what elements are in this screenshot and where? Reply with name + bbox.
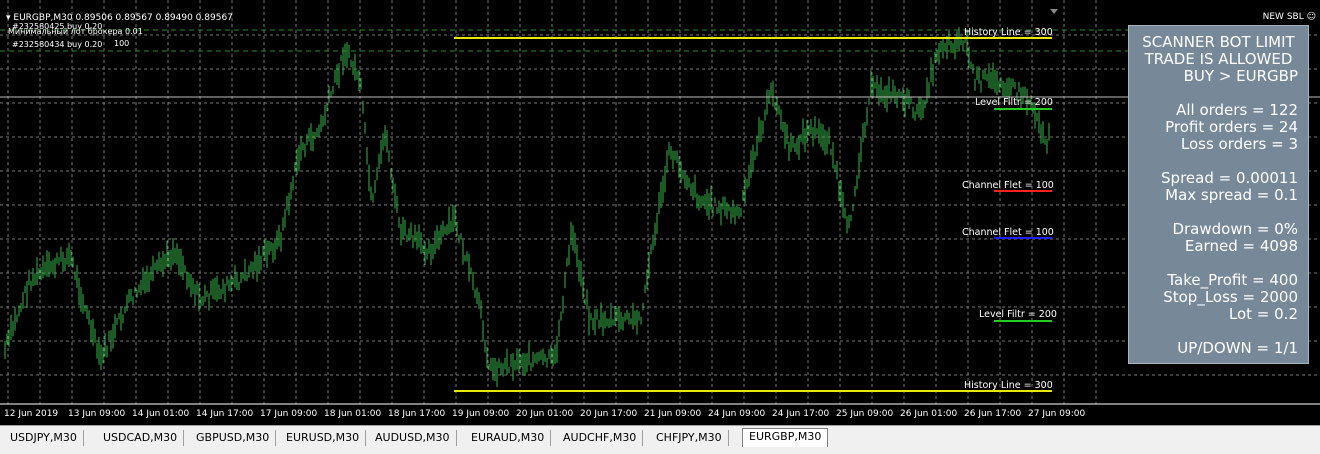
symbol-tab[interactable]: GBPUSD,M30 bbox=[190, 430, 277, 446]
panel-spread: Spread = 0.00011 bbox=[1161, 169, 1298, 187]
time-axis-label: 14 Jun 17:00 bbox=[196, 409, 254, 419]
time-axis-label: 12 Jun 2019 bbox=[4, 409, 59, 419]
chart-grid bbox=[0, 0, 1320, 404]
expert-status[interactable]: NEW SBL ☺ bbox=[1263, 12, 1316, 22]
time-axis-label: 24 Jun 09:00 bbox=[708, 409, 766, 419]
panel-max-spread: Max spread = 0.1 bbox=[1165, 186, 1298, 204]
dropdown-arrow-icon[interactable]: ▾ bbox=[6, 13, 11, 23]
order-info-2: #232580434 buy 0.20 bbox=[12, 40, 103, 49]
time-axis-label: 19 Jun 09:00 bbox=[452, 409, 510, 419]
history-line-top-label: History Line = 300 bbox=[964, 27, 1053, 38]
panel-updown: UP/DOWN = 1/1 bbox=[1177, 339, 1298, 357]
price-chart[interactable]: ▾ EURGBP,M30 0.89506 0.89567 0.89490 0.8… bbox=[0, 0, 1320, 425]
channel-flet-red-label: Channel Flet = 100 bbox=[962, 180, 1054, 191]
symbol-tab[interactable]: AUDCHF,M30 bbox=[557, 430, 644, 446]
panel-profit-orders: Profit orders = 24 bbox=[1165, 118, 1298, 136]
symbol-tab[interactable]: USDCAD,M30 bbox=[97, 430, 185, 446]
panel-direction: BUY > EURGBP bbox=[1183, 67, 1298, 85]
broker-min-lot: Минимальный лот брокера 0.01 bbox=[8, 27, 143, 36]
symbol-tab[interactable]: CHFJPY,M30 bbox=[650, 430, 729, 446]
panel-all-orders: All orders = 122 bbox=[1176, 101, 1298, 119]
symbol-tab[interactable]: EURAUD,M30 bbox=[465, 430, 552, 446]
time-axis-label: 20 Jun 17:00 bbox=[580, 409, 638, 419]
time-axis-label: 25 Jun 09:00 bbox=[836, 409, 894, 419]
time-axis-label: 21 Jun 09:00 bbox=[644, 409, 702, 419]
panel-lot: Lot = 0.2 bbox=[1228, 305, 1298, 323]
time-axis-label: 24 Jun 17:00 bbox=[772, 409, 830, 419]
time-axis-label: 27 Jun 09:00 bbox=[1028, 409, 1086, 419]
symbol-tab[interactable]: USDJPY,M30 bbox=[4, 430, 84, 446]
symbol-tab[interactable]: EURGBP,M30 bbox=[742, 428, 829, 447]
panel-stop-loss: Stop_Loss = 2000 bbox=[1163, 288, 1298, 306]
panel-earned: Earned = 4098 bbox=[1184, 237, 1298, 255]
symbol-tab[interactable]: EURUSD,M30 bbox=[280, 430, 367, 446]
channel-flet-blue-label: Channel Flet = 100 bbox=[962, 227, 1054, 238]
panel-take-profit: Take_Profit = 400 bbox=[1167, 271, 1298, 289]
order-info-value: 100 bbox=[114, 39, 130, 48]
panel-title: SCANNER BOT LIMIT bbox=[1142, 33, 1295, 51]
time-axis-label: 18 Jun 01:00 bbox=[324, 409, 382, 419]
symbol-tab-bar: USDJPY,M30 USDCAD,M30 GBPUSD,M30 EURUSD,M30… bbox=[0, 425, 1320, 454]
time-axis-label: 26 Jun 01:00 bbox=[900, 409, 958, 419]
time-axis-label: 26 Jun 17:00 bbox=[964, 409, 1022, 419]
level-filtr-bottom-label: Level Filtr = 200 bbox=[979, 309, 1057, 320]
time-axis-label: 18 Jun 17:00 bbox=[388, 409, 446, 419]
panel-drawdown: Drawdown = 0% bbox=[1172, 220, 1298, 238]
time-axis-label: 13 Jun 09:00 bbox=[68, 409, 126, 419]
time-axis-label: 17 Jun 09:00 bbox=[260, 409, 318, 419]
level-filtr-top-label: Level Filtr = 200 bbox=[975, 97, 1053, 108]
expert-name: NEW SBL bbox=[1262, 12, 1304, 22]
panel-trade-status: TRADE IS ALLOWED bbox=[1144, 50, 1293, 68]
time-axis-label: 20 Jun 01:00 bbox=[516, 409, 574, 419]
chart-canvas bbox=[0, 0, 1320, 405]
panel-loss-orders: Loss orders = 3 bbox=[1180, 135, 1298, 153]
time-axis-label: 14 Jun 01:00 bbox=[132, 409, 190, 419]
scanner-bot-panel: SCANNER BOT LIMIT TRADE IS ALLOWED BUY >… bbox=[1128, 25, 1309, 364]
history-line-bottom-label: History Line = 300 bbox=[964, 380, 1053, 391]
chart-shift-marker bbox=[1050, 9, 1058, 14]
price-bars bbox=[4, 27, 1050, 387]
symbol-tab[interactable]: AUDUSD,M30 bbox=[369, 430, 457, 446]
smiley-icon: ☺ bbox=[1306, 12, 1316, 22]
